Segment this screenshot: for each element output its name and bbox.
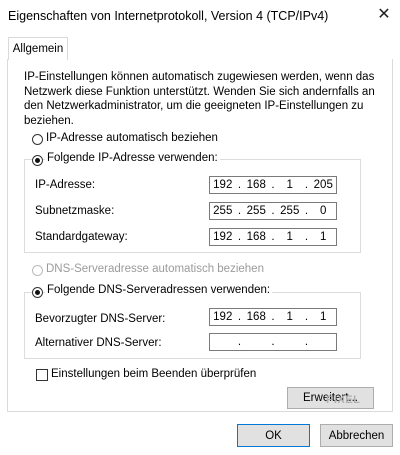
ip-auto-label[interactable]: IP-Adresse automatisch beziehen [46, 132, 218, 144]
dns-manual-label[interactable]: Folgende DNS-Serveradressen verwenden: [45, 284, 273, 296]
validate-checkbox[interactable] [36, 369, 48, 381]
close-icon[interactable]: ✕ [371, 3, 397, 25]
alternate-dns-label: Alternativer DNS-Server: [35, 337, 162, 349]
subnet-mask-label: Subnetzmaske: [35, 205, 115, 217]
gateway-label: Standardgateway: [35, 231, 128, 243]
alternate-dns-input[interactable]: . . . [209, 333, 337, 351]
gateway-input[interactable]: 192. 168. 1. 1 [209, 228, 337, 246]
ip-manual-radio[interactable] [32, 155, 43, 166]
subnet-mask-input[interactable]: 255. 255. 255. 0 [209, 202, 337, 220]
cancel-button[interactable]: Abbrechen [320, 424, 393, 447]
watermark-logo: PIXEL [326, 394, 361, 406]
preferred-dns-input[interactable]: 192. 168. 1. 1 [209, 308, 337, 326]
preferred-dns-label: Bevorzugter DNS-Server: [35, 313, 166, 325]
ip-address-label: IP-Adresse: [35, 179, 96, 191]
tab-allgemein[interactable]: Allgemein [8, 37, 68, 60]
intro-text: IP-Einstellungen können automatisch zuge… [24, 71, 375, 127]
ok-button[interactable]: OK [237, 424, 310, 447]
validate-label[interactable]: Einstellungen beim Beenden überprüfen [51, 368, 256, 380]
window-title: Eigenschaften von Internetprotokoll, Ver… [8, 9, 329, 23]
ip-manual-label[interactable]: Folgende IP-Adresse verwenden: [45, 152, 220, 164]
dns-auto-label: DNS-Serveradresse automatisch beziehen [46, 263, 264, 275]
dns-manual-radio[interactable] [32, 287, 43, 298]
ip-auto-radio[interactable] [32, 134, 43, 145]
dns-auto-radio[interactable] [32, 265, 43, 276]
ip-address-input[interactable]: 192. 168. 1. 205 [209, 176, 337, 194]
